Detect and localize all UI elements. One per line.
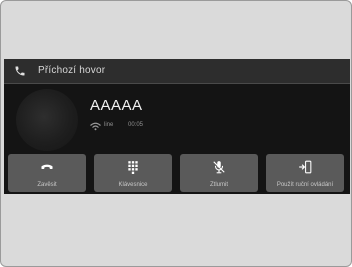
title-bar: Příchozí hovor bbox=[4, 59, 350, 83]
keypad-label: Klávesnice bbox=[118, 182, 148, 188]
call-duration: 00:05 bbox=[128, 122, 144, 128]
keypad-button[interactable]: Klávesnice bbox=[94, 154, 172, 192]
status-label: line bbox=[104, 122, 114, 128]
transfer-to-phone-icon bbox=[299, 160, 312, 174]
phone-icon bbox=[15, 66, 25, 76]
use-handset-button[interactable]: Použít ruční ovládání bbox=[266, 154, 344, 192]
incoming-call-screen: Příchozí hovor AAAAA line 00:05 Zavěsit bbox=[4, 59, 350, 194]
device-frame: Příchozí hovor AAAAA line 00:05 Zavěsit bbox=[0, 0, 352, 267]
use-handset-label: Použít ruční ovládání bbox=[276, 182, 334, 188]
mute-label: Ztlumit bbox=[210, 182, 228, 188]
hang-up-icon bbox=[41, 164, 53, 170]
call-title: Příchozí hovor bbox=[38, 65, 106, 76]
caller-avatar bbox=[16, 89, 78, 151]
hang-up-label: Zavěsit bbox=[37, 182, 57, 188]
mute-mic-icon bbox=[213, 161, 225, 174]
mute-button[interactable]: Ztlumit bbox=[180, 154, 258, 192]
title-divider bbox=[4, 83, 350, 84]
caller-name: AAAAA bbox=[90, 97, 143, 114]
hang-up-button[interactable]: Zavěsit bbox=[8, 154, 86, 192]
signal-icon bbox=[90, 122, 101, 131]
keypad-icon bbox=[128, 161, 138, 174]
